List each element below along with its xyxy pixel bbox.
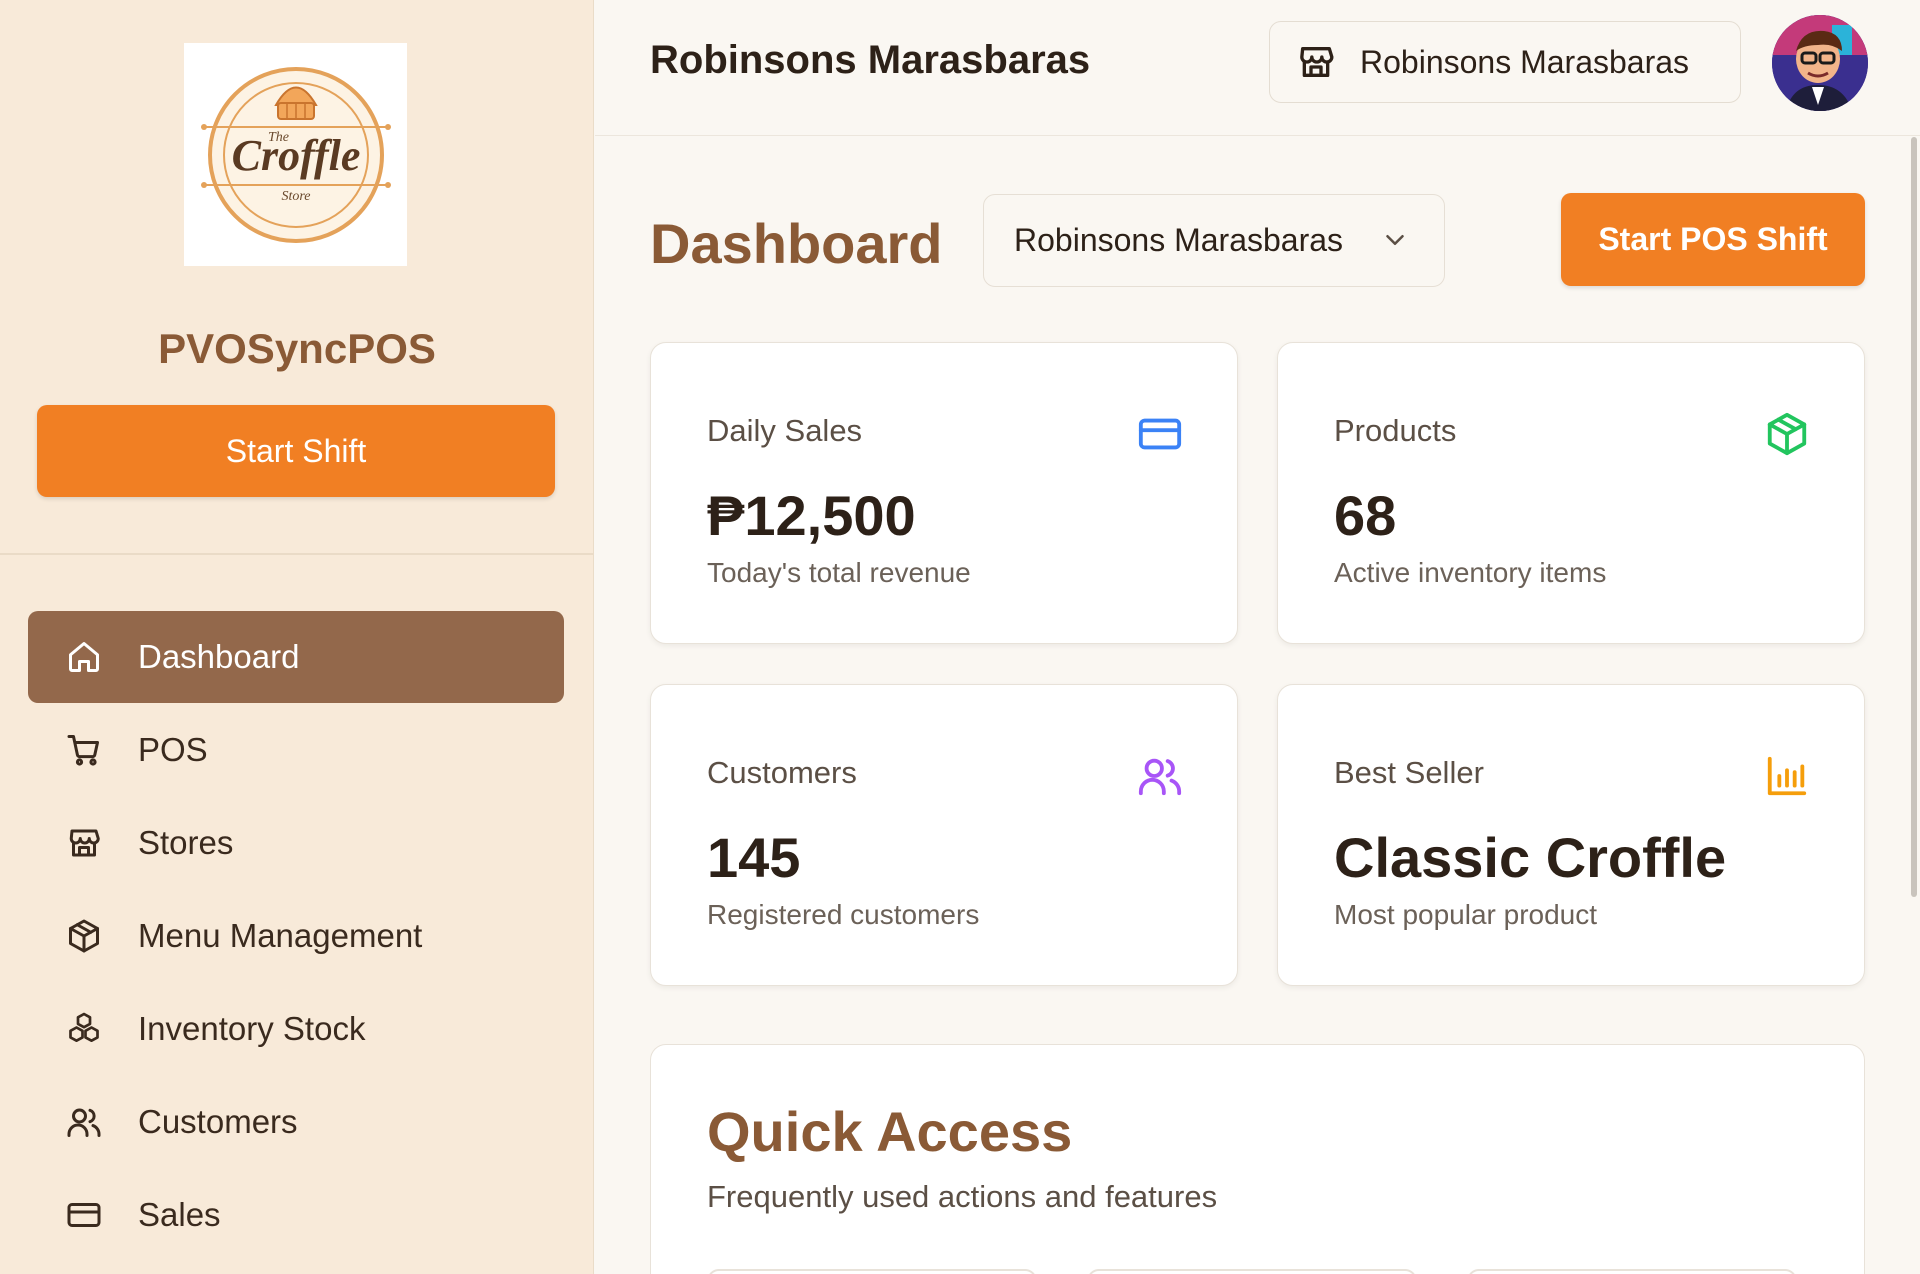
header-title: Robinsons Marasbaras [650,38,1091,82]
customers-card: Customers 145 Registered customers [650,684,1238,986]
top-bar: Robinsons Marasbaras Robinsons Marasbara… [595,0,1920,136]
bar-chart-icon [1764,753,1810,799]
cart-icon [64,730,104,770]
store-switcher-label: Robinsons Marasbaras [1360,43,1690,80]
store-logo: The Croffle Store [184,43,407,266]
card-label: Products [1334,413,1457,448]
best-seller-card: Best Seller Classic Croffle Most popular… [1277,684,1865,986]
sidebar-item-label: Inventory Stock [138,1010,366,1047]
card-label: Customers [707,755,857,790]
card-label: Daily Sales [707,413,863,448]
users-icon [64,1102,104,1142]
sidebar-item-sales[interactable]: Sales [28,1169,564,1261]
credit-card-icon [1137,411,1183,457]
sidebar-nav: Dashboard POS Stores Menu Management Inv… [28,611,564,1262]
main-scrollbar[interactable] [1911,137,1917,897]
quick-access-title: Quick Access [707,1100,1073,1163]
start-pos-shift-button[interactable]: Start POS Shift [1561,193,1865,286]
sidebar: The Croffle Store PVOSyncPOS Start Shift… [0,0,594,1274]
store-icon [1300,47,1334,78]
card-subtitle: Today's total revenue [707,557,971,588]
sidebar-item-menu-management[interactable]: Menu Management [28,890,564,982]
card-label: Best Seller [1334,755,1484,790]
sidebar-item-pos[interactable]: POS [28,704,564,796]
start-shift-button[interactable]: Start Shift [37,405,555,497]
sidebar-item-stores[interactable]: Stores [28,797,564,889]
logo-bottom-text: Store [281,189,310,204]
card-subtitle: Registered customers [707,899,980,930]
sidebar-item-label: Sales [138,1196,221,1233]
package-icon [64,916,104,956]
store-select-value: Robinsons Marasbaras [1014,222,1344,258]
logo-main-text: Croffle [231,131,360,180]
quick-access-item[interactable] [1467,1269,1797,1274]
sidebar-item-label: Stores [138,824,234,861]
users-icon [1137,753,1183,799]
package-icon [1764,411,1810,457]
card-value: ₱12,500 [707,484,916,547]
chevron-down-icon [1386,235,1404,245]
sidebar-divider [0,553,594,555]
quick-access-item[interactable] [1087,1269,1417,1274]
boxes-icon [64,1009,104,1049]
card-subtitle: Active inventory items [1334,557,1607,588]
app-name: PVOSyncPOS [158,325,436,372]
card-subtitle: Most popular product [1334,899,1598,930]
store-switcher[interactable]: Robinsons Marasbaras [1269,21,1741,103]
quick-access-item[interactable] [707,1269,1037,1274]
sidebar-item-dashboard[interactable]: Dashboard [28,611,564,703]
user-avatar[interactable] [1772,15,1868,111]
sidebar-item-label: POS [138,731,208,768]
daily-sales-card: Daily Sales ₱12,500 Today's total revenu… [650,342,1238,644]
quick-access-panel: Quick Access Frequently used actions and… [650,1044,1865,1274]
card-value: Classic Croffle [1334,826,1727,889]
sidebar-item-label: Dashboard [138,638,300,675]
store-select-dropdown[interactable]: Robinsons Marasbaras [983,194,1445,287]
credit-card-icon [64,1195,104,1235]
sidebar-item-customers[interactable]: Customers [28,1076,564,1168]
card-value: 68 [1334,484,1397,547]
page-title: Dashboard [650,212,943,275]
products-card: Products 68 Active inventory items [1277,342,1865,644]
sidebar-item-inventory-stock[interactable]: Inventory Stock [28,983,564,1075]
sidebar-item-label: Customers [138,1103,298,1140]
home-icon [64,637,104,677]
card-value: 145 [707,826,801,889]
store-icon [64,823,104,863]
sidebar-item-label: Menu Management [138,917,423,954]
quick-access-subtitle: Frequently used actions and features [707,1179,1218,1214]
main-content: Dashboard Robinsons Marasbaras Start POS… [595,137,1905,1274]
